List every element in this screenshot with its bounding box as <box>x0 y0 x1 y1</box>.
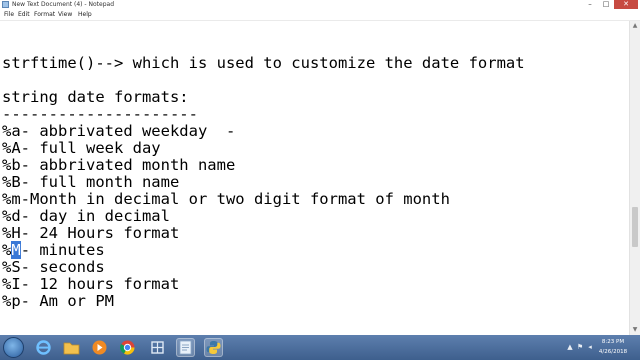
text-line: %B- full month name <box>2 173 180 191</box>
start-button[interactable] <box>3 337 24 358</box>
tray-flag-icon[interactable]: ⚑ <box>576 343 584 351</box>
text-fragment: - minutes <box>20 241 105 259</box>
menu-bar: File Edit Format View Help <box>0 10 640 21</box>
network-icon[interactable] <box>148 338 167 357</box>
text-fragment: % <box>2 241 12 259</box>
text-line: %H- 24 Hours format <box>2 224 180 242</box>
notepad-icon[interactable] <box>176 338 195 357</box>
media-player-icon[interactable] <box>90 338 109 357</box>
vertical-scrollbar[interactable]: ▲ ▼ <box>629 21 640 335</box>
minimize-button[interactable]: – <box>582 0 598 9</box>
folder-icon[interactable] <box>62 338 81 357</box>
close-button[interactable]: ✕ <box>614 0 638 9</box>
text-line: %I- 12 hours format <box>2 275 180 293</box>
maximize-button[interactable]: □ <box>598 0 614 9</box>
text-line-with-selection: %M- minutes <box>2 241 105 259</box>
text-line: string date formats: <box>2 88 189 106</box>
python-icon[interactable] <box>204 338 223 357</box>
text-line: --------------------- <box>2 105 198 123</box>
scrollbar-thumb[interactable] <box>632 207 638 247</box>
menu-file[interactable]: File <box>4 10 14 20</box>
volume-icon[interactable]: ◂ <box>586 343 594 351</box>
ie-icon[interactable] <box>34 338 53 357</box>
selected-text: M <box>11 241 21 259</box>
notepad-app-icon <box>2 1 9 8</box>
text-line: %b- abbrivated month name <box>2 156 236 174</box>
text-line: strftime()--> which is used to customize… <box>2 54 525 72</box>
text-line: %p- Am or PM <box>2 292 114 310</box>
clock[interactable]: 8:23 PM 4/26/2018 <box>596 337 630 357</box>
menu-format[interactable]: Format <box>34 10 55 20</box>
menu-help[interactable]: Help <box>78 10 92 20</box>
text-line: %A- full week day <box>2 139 161 157</box>
text-line: %S- seconds <box>2 258 105 276</box>
scroll-down-arrow-icon[interactable]: ▼ <box>630 325 640 335</box>
window-title: New Text Document (4) - Notepad <box>12 1 115 8</box>
menu-edit[interactable]: Edit <box>18 10 30 20</box>
text-editor[interactable]: strftime()--> which is used to customize… <box>0 21 629 335</box>
text-line: %d- day in decimal <box>2 207 170 225</box>
clock-time: 8:23 PM <box>601 339 625 345</box>
taskbar: ▲ ⚑ ◂ 8:23 PM 4/26/2018 <box>0 335 640 360</box>
chrome-icon[interactable] <box>118 338 137 357</box>
tray-arrow-icon[interactable]: ▲ <box>566 343 574 351</box>
text-line: %m-Month in decimal or two digit format … <box>2 190 450 208</box>
clock-date: 4/26/2018 <box>598 349 628 355</box>
menu-view[interactable]: View <box>58 10 72 20</box>
text-line: %a- abbrivated weekday - <box>2 122 236 140</box>
scroll-up-arrow-icon[interactable]: ▲ <box>630 21 640 31</box>
